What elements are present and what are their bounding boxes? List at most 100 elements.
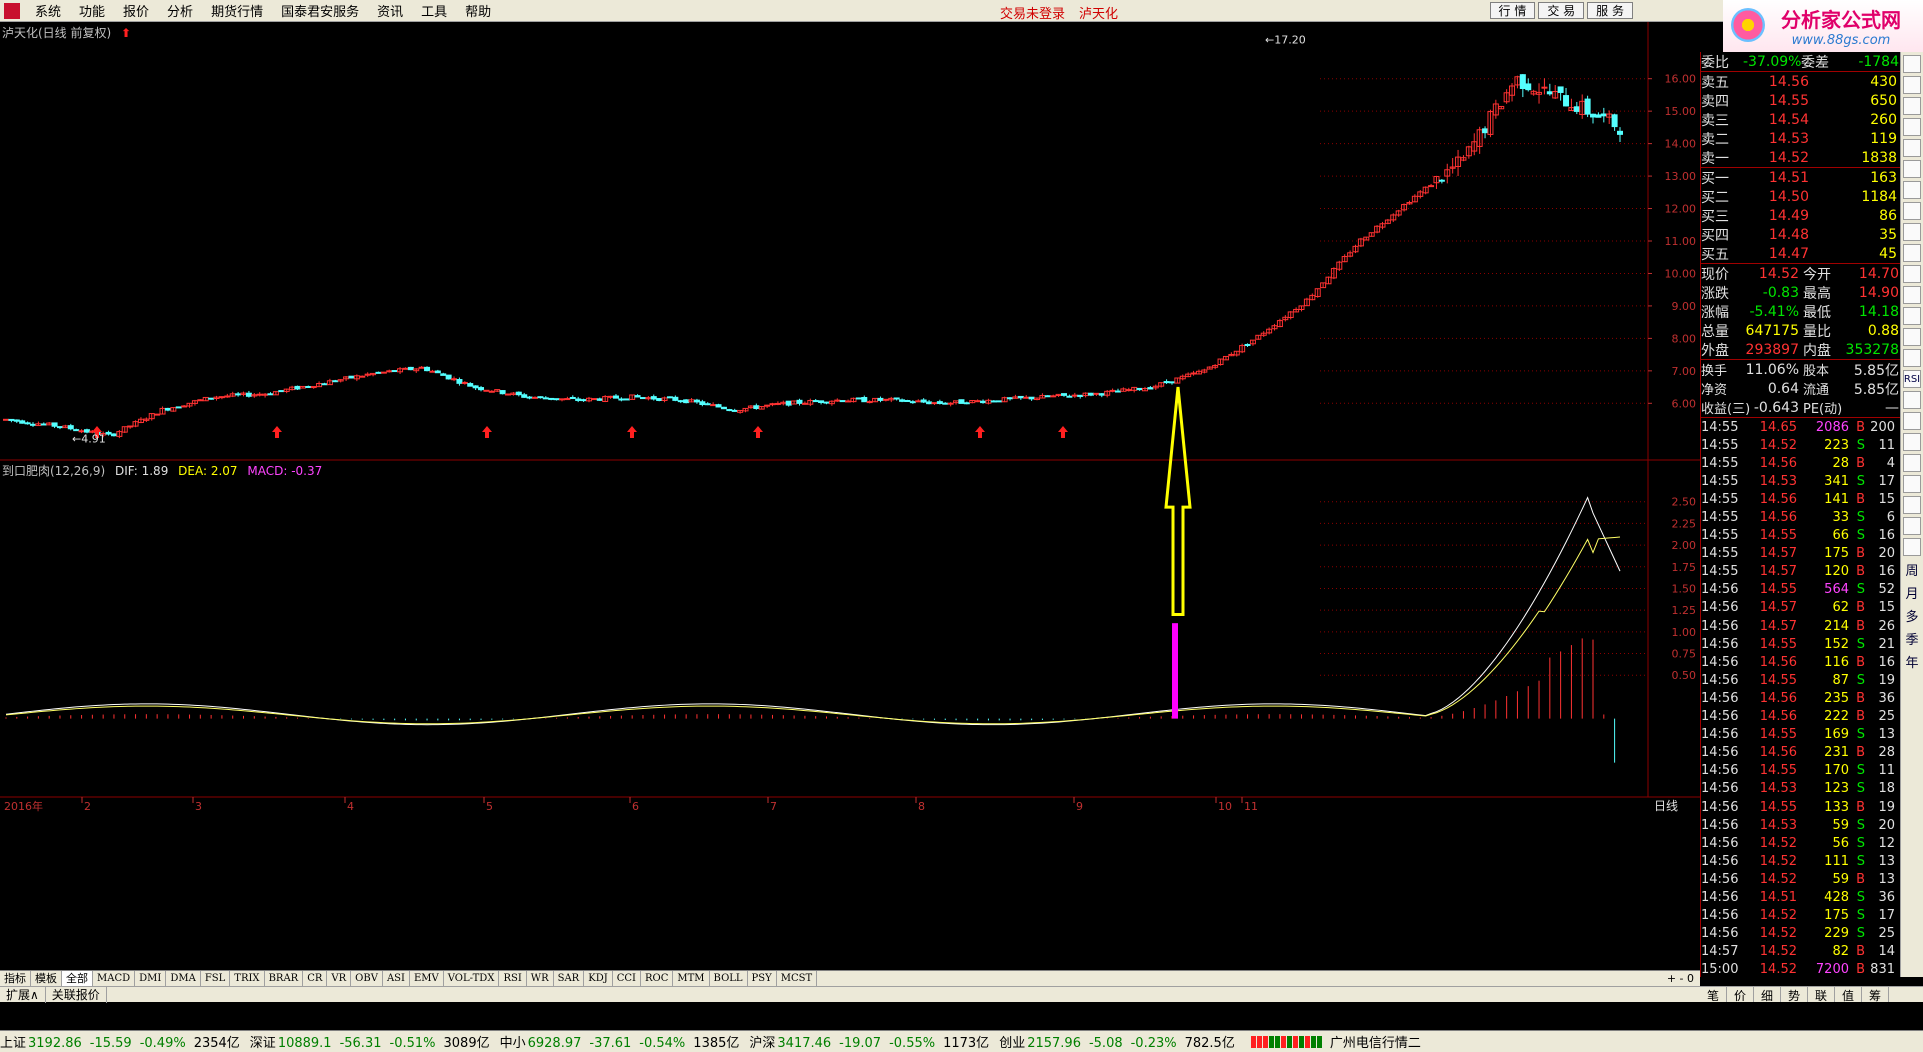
- chart-area[interactable]: 16.00 15.00 14.00 13.00 12.00 11.00 10.00 9.00 8…: [0, 22, 1700, 970]
- indicator-tab-boll[interactable]: BOLL: [710, 970, 748, 987]
- fav-icon[interactable]: [1903, 223, 1921, 241]
- indicator-tab-sar[interactable]: SAR: [554, 970, 585, 987]
- order-book-row[interactable]: 卖四 14.55 650: [1701, 91, 1900, 110]
- order-book-row[interactable]: 卖一 14.52 1838: [1701, 148, 1900, 167]
- extension-tab[interactable]: 关联报价: [46, 986, 107, 1003]
- indicator-tab-emv[interactable]: EMV: [410, 970, 444, 987]
- index-quote[interactable]: 沪深 3417.46 -19.07 -0.55% 1173亿: [749, 1032, 989, 1051]
- fx-icon[interactable]: [1903, 265, 1921, 283]
- indicator-tab-全部[interactable]: 全部: [62, 970, 93, 987]
- order-book-row[interactable]: 卖三 14.54 260: [1701, 110, 1900, 129]
- tab-scroll-controls[interactable]: + - 0: [1667, 972, 1700, 985]
- period-switch-季[interactable]: 季: [1903, 628, 1921, 648]
- index-quote[interactable]: 创业 2157.96 -5.08 -0.23% 782.5亿: [999, 1032, 1235, 1051]
- period-switch-年[interactable]: 年: [1903, 651, 1921, 671]
- quote-tab[interactable]: 联: [1808, 987, 1835, 1003]
- quote-tab[interactable]: 值: [1835, 987, 1862, 1003]
- period-switch-周[interactable]: 周: [1903, 559, 1921, 579]
- indicator-tab-psy[interactable]: PSY: [748, 970, 777, 987]
- indicator-tab-cci[interactable]: CCI: [613, 970, 641, 987]
- indicator-tab-vr[interactable]: VR: [327, 970, 352, 987]
- menu-futures[interactable]: 期货行情: [202, 1, 272, 20]
- tick-price: 14.52: [1759, 437, 1797, 453]
- indicator-tab-dma[interactable]: DMA: [166, 970, 201, 987]
- export-icon[interactable]: [1903, 475, 1921, 493]
- index-quote[interactable]: 深证 10889.1 -56.31 -0.51% 3089亿: [250, 1032, 490, 1051]
- tick-list[interactable]: 14:55 14.65 2086 B 200 14:55 14.52 223 S 11 14:55 1…: [1701, 417, 1900, 979]
- indicator-tab-fsl[interactable]: FSL: [201, 970, 231, 987]
- indicator-tab-vol-tdx[interactable]: VOL-TDX: [444, 970, 500, 987]
- indicator-tab-brar[interactable]: BRAR: [265, 970, 304, 987]
- indicator-tab-asi[interactable]: ASI: [383, 970, 410, 987]
- menu-analysis[interactable]: 分析: [158, 1, 202, 20]
- zoom-icon[interactable]: [1903, 76, 1921, 94]
- list-icon[interactable]: [1903, 202, 1921, 220]
- indicator-tab-dmi[interactable]: DMI: [135, 970, 167, 987]
- fs-icon[interactable]: [1903, 433, 1921, 451]
- grid-icon[interactable]: [1903, 160, 1921, 178]
- service-button[interactable]: 服 务: [1587, 2, 1633, 19]
- print-icon[interactable]: [1903, 349, 1921, 367]
- order-book-row[interactable]: 买一 14.51 163: [1701, 168, 1900, 187]
- indicator-tab-指标[interactable]: 指标: [0, 970, 31, 987]
- menu-quote[interactable]: 报价: [114, 1, 158, 20]
- menu-system[interactable]: 系统: [26, 1, 70, 20]
- indicator-tab-trix[interactable]: TRIX: [230, 970, 265, 987]
- layout-icon[interactable]: [1903, 328, 1921, 346]
- period-switch-多[interactable]: 多: [1903, 605, 1921, 625]
- sound-icon[interactable]: [1903, 538, 1921, 556]
- quote-tab[interactable]: 价: [1727, 987, 1754, 1003]
- calc-icon[interactable]: [1903, 244, 1921, 262]
- indicator-tab-模板[interactable]: 模板: [31, 970, 62, 987]
- indicator-tab-wr[interactable]: WR: [527, 970, 554, 987]
- indicator-tab-mtm[interactable]: MTM: [673, 970, 710, 987]
- menu-function[interactable]: 功能: [70, 1, 114, 20]
- quote-button[interactable]: 行 情: [1489, 2, 1536, 19]
- kline-icon[interactable]: [1903, 55, 1921, 73]
- index-quote[interactable]: 中小 6928.97 -37.61 -0.54% 1385亿: [500, 1032, 740, 1051]
- menu-gtja-service[interactable]: 国泰君安服务: [272, 1, 368, 20]
- window-icon[interactable]: [1903, 118, 1921, 136]
- quote-tab[interactable]: 筹: [1862, 987, 1889, 1003]
- mail-icon[interactable]: [1903, 517, 1921, 535]
- order-book-row[interactable]: 卖二 14.53 119: [1701, 129, 1900, 148]
- tick-time: 14:56: [1701, 926, 1739, 942]
- menu-tools[interactable]: 工具: [412, 1, 456, 20]
- crosshair-icon[interactable]: [1903, 391, 1921, 409]
- indicator-tab-obv[interactable]: OBV: [351, 970, 383, 987]
- extension-tab[interactable]: 扩展∧: [0, 986, 46, 1003]
- trade-button[interactable]: 交 易: [1538, 2, 1585, 19]
- server-name[interactable]: 广州电信行情二: [1330, 1032, 1421, 1051]
- candle-body: [532, 396, 539, 399]
- quote-tab[interactable]: 笔: [1700, 987, 1727, 1003]
- indicator-tab-mcst[interactable]: MCST: [777, 970, 818, 987]
- index-quote[interactable]: 上证 3192.86 -15.59 -0.49% 2354亿: [0, 1032, 240, 1051]
- period-switch-月[interactable]: 月: [1903, 582, 1921, 602]
- ok-icon[interactable]: [1903, 454, 1921, 472]
- indicator-tab-kdj[interactable]: KDJ: [584, 970, 613, 987]
- login-status[interactable]: 交易未登录: [1000, 3, 1065, 22]
- arrow-icon[interactable]: [1903, 97, 1921, 115]
- draw-icon[interactable]: [1903, 307, 1921, 325]
- order-book-row[interactable]: 买三 14.49 86: [1701, 206, 1900, 225]
- menu-help[interactable]: 帮助: [456, 1, 500, 20]
- compare-icon[interactable]: [1903, 139, 1921, 157]
- kline-chart[interactable]: 16.00 15.00 14.00 13.00 12.00 11.00 10.00 9.00 8…: [0, 22, 1700, 970]
- order-book-row[interactable]: 买五 14.47 45: [1701, 244, 1900, 263]
- indicator-tab-roc[interactable]: ROC: [641, 970, 674, 987]
- order-book-row[interactable]: 买二 14.50 1184: [1701, 187, 1900, 206]
- order-book-row[interactable]: 买四 14.48 35: [1701, 225, 1900, 244]
- indicator-tab-rsi[interactable]: RSI: [499, 970, 527, 987]
- pen-icon[interactable]: [1903, 412, 1921, 430]
- indicator-tab-macd[interactable]: MACD: [93, 970, 136, 987]
- candle-body: [893, 397, 900, 400]
- menu-news[interactable]: 资讯: [368, 1, 412, 20]
- order-book-row[interactable]: 卖五 14.56 430: [1701, 72, 1900, 91]
- formula-icon[interactable]: [1903, 286, 1921, 304]
- indicator-tab-cr[interactable]: CR: [303, 970, 328, 987]
- quote-tab[interactable]: 势: [1781, 987, 1808, 1003]
- web-icon[interactable]: [1903, 496, 1921, 514]
- bars-icon[interactable]: [1903, 181, 1921, 199]
- quote-tab[interactable]: 细: [1754, 987, 1781, 1003]
- rsi-icon[interactable]: RSI: [1903, 370, 1921, 388]
